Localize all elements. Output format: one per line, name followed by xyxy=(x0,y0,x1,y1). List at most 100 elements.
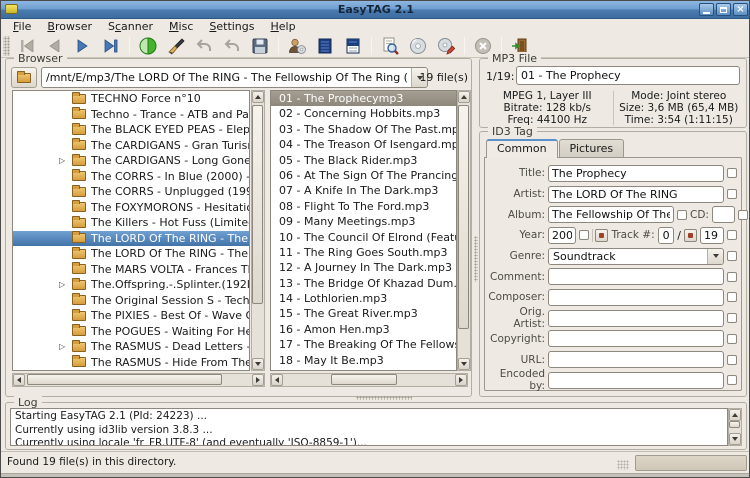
scroll-down-button[interactable] xyxy=(458,358,470,370)
title-input[interactable] xyxy=(548,165,724,182)
menu-misc[interactable]: Misc xyxy=(161,20,201,34)
file-list-vscrollbar[interactable] xyxy=(457,90,471,371)
genre-apply-checkbox[interactable] xyxy=(727,251,737,261)
last-file-button[interactable] xyxy=(98,35,124,57)
comment-apply-checkbox[interactable] xyxy=(727,272,737,282)
directory-row[interactable]: ▷The.Offspring.-.Splinter.(192kbps.-.Lam… xyxy=(13,277,249,293)
directory-row[interactable]: The Killers - Hot Fuss (Limited Edition … xyxy=(13,215,249,231)
copyright-input[interactable] xyxy=(548,330,724,347)
album-apply-checkbox[interactable] xyxy=(677,210,687,220)
paned-handle-vertical[interactable] xyxy=(472,58,479,397)
directory-row[interactable]: TECHNO Force n°10 xyxy=(13,91,249,107)
encoded-by-input[interactable] xyxy=(548,372,724,389)
scroll-left-button[interactable] xyxy=(13,374,25,386)
directory-row[interactable]: The LORD Of The RING - The Two Towers ( xyxy=(13,246,249,262)
scroll-track[interactable] xyxy=(283,374,455,386)
expander-icon[interactable]: ▷ xyxy=(59,156,72,165)
track-total-input[interactable] xyxy=(700,227,724,244)
directory-row[interactable]: The RAVEONETTES - Pretty In Black (Adva xyxy=(13,370,249,371)
audio-player-button[interactable] xyxy=(284,35,310,57)
orig-artist-input[interactable] xyxy=(548,310,724,327)
go-parent-button[interactable] xyxy=(11,67,37,88)
directory-row[interactable]: The PIXIES - Best Of - Wave Of Mutilatio… xyxy=(13,308,249,324)
scroll-thumb[interactable] xyxy=(458,105,469,329)
scroll-track[interactable] xyxy=(729,421,741,433)
file-list-hscrollbar[interactable] xyxy=(270,373,468,387)
year-input[interactable] xyxy=(548,227,576,244)
menu-settings[interactable]: Settings xyxy=(201,20,262,34)
scroll-down-button[interactable] xyxy=(252,358,264,370)
redo-button[interactable] xyxy=(219,35,245,57)
file-row[interactable]: 15 - The Great River.mp3 xyxy=(271,306,456,321)
comment-input[interactable] xyxy=(548,268,724,285)
file-row[interactable]: 17 - The Breaking Of The Fellowship.mp3 xyxy=(271,337,456,352)
scroll-track[interactable] xyxy=(458,103,470,358)
next-file-button[interactable] xyxy=(70,35,96,57)
genre-dropdown-button[interactable] xyxy=(707,249,723,264)
year-apply-checkbox[interactable] xyxy=(579,230,589,240)
scroll-thumb[interactable] xyxy=(252,105,263,304)
url-input[interactable] xyxy=(548,351,724,368)
file-row[interactable]: 01 - The Prophecymp3 xyxy=(271,91,456,106)
file-row[interactable]: 07 - A Knife In The Dark.mp3 xyxy=(271,183,456,198)
scroll-thumb[interactable] xyxy=(331,374,396,385)
file-row[interactable]: 11 - The Ring Goes South.mp3 xyxy=(271,245,456,260)
directory-row[interactable]: The CORRS - Unplugged (1999) - Pop xyxy=(13,184,249,200)
path-input[interactable] xyxy=(42,68,411,87)
directory-row[interactable]: The BLACK EYED PEAS - Elephunk (2003) xyxy=(13,122,249,138)
scroll-thumb[interactable] xyxy=(729,421,740,428)
scroll-up-button[interactable] xyxy=(252,91,264,103)
scroll-right-button[interactable] xyxy=(455,374,467,386)
file-row[interactable]: 05 - The Black Rider.mp3 xyxy=(271,153,456,168)
encoded-by-apply-checkbox[interactable] xyxy=(727,375,737,385)
scan-files-button[interactable] xyxy=(135,35,161,57)
scroll-up-button[interactable] xyxy=(458,91,470,103)
file-row[interactable]: 10 - The Council Of Elrond (Featuring An… xyxy=(271,230,456,245)
url-apply-checkbox[interactable] xyxy=(727,355,737,365)
unselect-all-files-button[interactable] xyxy=(340,35,366,57)
composer-input[interactable] xyxy=(548,289,724,306)
menu-browser[interactable]: Browser xyxy=(39,20,100,34)
minimize-button[interactable] xyxy=(699,3,714,16)
expander-icon[interactable]: ▷ xyxy=(59,280,72,289)
scroll-right-button[interactable] xyxy=(252,374,264,386)
file-row[interactable]: 09 - Many Meetings.mp3 xyxy=(271,214,456,229)
scroll-track[interactable] xyxy=(25,374,252,386)
filename-input[interactable] xyxy=(516,66,740,85)
find-files-button[interactable] xyxy=(377,35,403,57)
track-total-auto-button[interactable] xyxy=(684,229,697,242)
directory-row[interactable]: The CORRS - In Blue (2000) - Rock xyxy=(13,169,249,185)
file-row[interactable]: 16 - Amon Hen.mp3 xyxy=(271,322,456,337)
scroll-left-button[interactable] xyxy=(271,374,283,386)
cddb-search-button[interactable] xyxy=(405,35,431,57)
scroll-down-button[interactable] xyxy=(729,433,741,445)
tab-pictures[interactable]: Pictures xyxy=(559,139,625,158)
log-vscrollbar[interactable] xyxy=(728,408,742,446)
title-apply-checkbox[interactable] xyxy=(727,168,737,178)
menu-file[interactable]: File xyxy=(5,20,39,34)
directory-row[interactable]: The RASMUS - Hide From The Sun (2005) - xyxy=(13,355,249,371)
copyright-apply-checkbox[interactable] xyxy=(727,334,737,344)
album-input[interactable] xyxy=(548,206,674,223)
menu-help[interactable]: Help xyxy=(263,20,304,34)
expander-icon[interactable]: ▷ xyxy=(59,342,72,351)
composer-apply-checkbox[interactable] xyxy=(727,292,737,302)
toolbar-handle[interactable] xyxy=(3,36,10,56)
file-row[interactable]: 18 - May It Be.mp3 xyxy=(271,353,456,368)
paned-handle-horizontal[interactable] xyxy=(5,395,747,401)
directory-row[interactable]: The POGUES - Waiting For Herb (2003) - F xyxy=(13,324,249,340)
track-number-auto-button[interactable] xyxy=(595,229,608,242)
directory-row[interactable]: The MARS VOLTA - Frances The Mute (200 xyxy=(13,262,249,278)
cd-input[interactable] xyxy=(712,206,735,223)
file-row[interactable]: 08 - Flight To The Ford.mp3 xyxy=(271,199,456,214)
directory-row[interactable]: The CARDIGANS - Gran Turismo (1998) - P xyxy=(13,138,249,154)
directory-row[interactable]: ▷The CARDIGANS - Long Gone Before Daylig xyxy=(13,153,249,169)
scroll-track[interactable] xyxy=(252,103,264,358)
file-row[interactable]: 06 - At The Sign Of The Prancing Pony.mp… xyxy=(271,168,456,183)
maximize-button[interactable] xyxy=(716,3,731,16)
file-row[interactable]: 04 - The Treason Of Isengard.mp3 xyxy=(271,137,456,152)
file-row[interactable]: 14 - Lothlorien.mp3 xyxy=(271,291,456,306)
artist-apply-checkbox[interactable] xyxy=(727,189,737,199)
file-row[interactable]: 03 - The Shadow Of The Past.mp3 xyxy=(271,122,456,137)
file-row[interactable]: 13 - The Bridge Of Khazad Dum.mp3 xyxy=(271,276,456,291)
